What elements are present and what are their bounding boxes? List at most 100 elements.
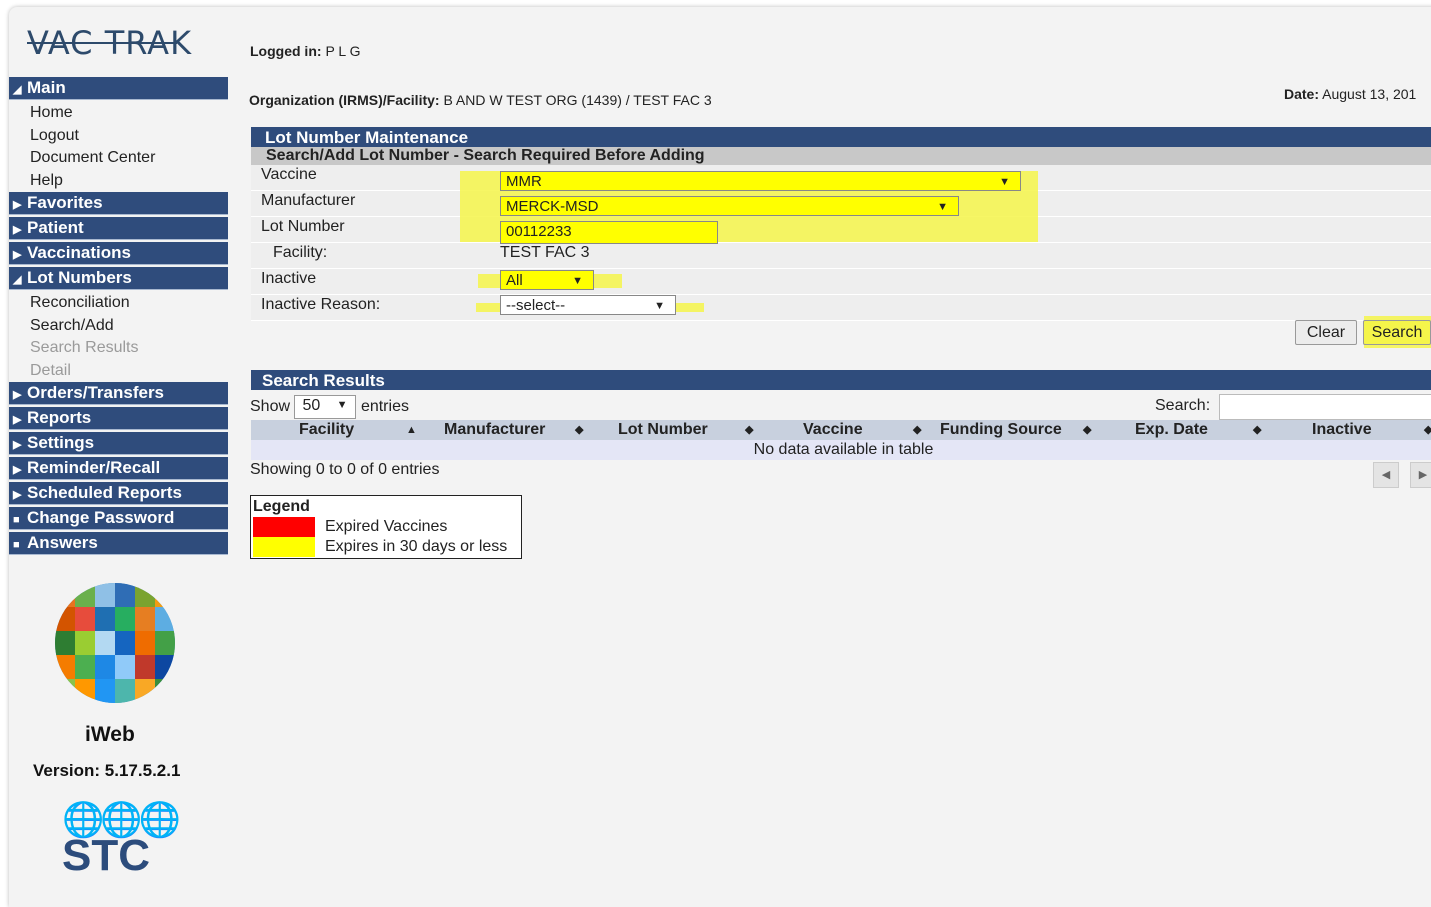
column-header-facility[interactable]: Facility: [299, 420, 354, 440]
nav-vaccinations[interactable]: ▶ Vaccinations: [9, 242, 228, 265]
sort-icon: ◆: [575, 424, 584, 436]
nav-item-search-add[interactable]: Search/Add: [9, 315, 228, 338]
nav-item-home[interactable]: Home: [9, 102, 228, 125]
vactrak-logo: VAC TRAK: [27, 24, 192, 62]
nav-patient[interactable]: ▶ Patient: [9, 217, 228, 240]
triangle-right-icon: ▶: [13, 249, 22, 261]
triangle-right-icon: ▶: [13, 224, 22, 236]
previous-page-icon[interactable]: ◀: [1373, 462, 1399, 488]
nav-lot-numbers[interactable]: ◢ Lot Numbers: [9, 267, 228, 290]
lot-maintenance-title: Lot Number Maintenance: [251, 127, 1431, 147]
nav-vaccinations-label: Vaccinations: [27, 243, 131, 262]
date-label: Date:: [1284, 86, 1320, 102]
next-page-icon[interactable]: ▶: [1410, 462, 1431, 488]
nav-item-document-center[interactable]: Document Center: [9, 147, 228, 170]
nav-favorites-label: Favorites: [27, 193, 103, 212]
triangle-down-icon: ◢: [13, 84, 22, 96]
inactive-reason-select-value: --select--: [506, 297, 566, 314]
nav-main-label: Main: [27, 78, 66, 97]
org-label: Organization (IRMS)/Facility:: [249, 92, 440, 108]
legend-title: Legend: [253, 498, 310, 515]
triangle-right-icon: ▶: [13, 464, 22, 476]
dropdown-arrow-icon: ▼: [937, 201, 948, 213]
column-header-exp-date[interactable]: Exp. Date: [1135, 420, 1208, 440]
column-header-inactive[interactable]: Inactive: [1312, 420, 1372, 440]
nav-settings[interactable]: ▶ Settings: [9, 432, 228, 455]
iweb-logo-ball: [55, 583, 175, 703]
lot-number-input[interactable]: 00112233: [500, 221, 718, 244]
logged-in-label: Logged in:: [250, 43, 322, 59]
stc-logo: 🌐🌐🌐 STC: [62, 800, 182, 880]
logged-in-info: Logged in: P L G: [250, 43, 360, 59]
column-header-lot-number[interactable]: Lot Number: [618, 420, 708, 440]
search-button[interactable]: Search: [1363, 320, 1431, 345]
facility-row: Facility: TEST FAC 3: [251, 243, 1431, 269]
nav-answers-label: Answers: [27, 533, 98, 552]
nav-item-detail: Detail: [30, 361, 71, 379]
triangle-right-icon: ▶: [13, 389, 22, 401]
page-size-value: 50: [302, 397, 321, 414]
nav-favorites[interactable]: ▶ Favorites: [9, 192, 228, 215]
facility-value: TEST FAC 3: [500, 244, 590, 261]
sort-icon: ◆: [745, 424, 754, 436]
table-search-input[interactable]: [1219, 394, 1431, 420]
manufacturer-select[interactable]: MERCK-MSD ▼: [500, 196, 959, 216]
inactive-select[interactable]: All ▼: [500, 270, 594, 290]
triangle-down-icon: ◢: [13, 274, 22, 286]
nav-reports-label: Reports: [27, 408, 92, 427]
nav-answers[interactable]: ■ Answers: [9, 532, 228, 555]
legend-label-expiring: Expires in 30 days or less: [325, 538, 508, 555]
nav-reports[interactable]: ▶ Reports: [9, 407, 228, 430]
sort-icon: ◆: [1253, 424, 1262, 436]
nav-item-logout[interactable]: Logout: [9, 125, 228, 148]
sidebar-nav: ◢ Main Home Logout Document Center Help ▶…: [9, 77, 228, 557]
dropdown-arrow-icon: ▼: [654, 300, 665, 312]
nav-reminder-recall[interactable]: ▶ Reminder/Recall: [9, 457, 228, 480]
inactive-reason-label: Inactive Reason:: [261, 296, 381, 313]
nav-change-password-label: Change Password: [27, 508, 175, 527]
vaccine-select[interactable]: MMR ▼: [500, 171, 1021, 191]
triangle-right-icon: ▶: [13, 414, 22, 426]
inactive-reason-select[interactable]: --select-- ▼: [500, 295, 676, 315]
lot-number-value: 00112233: [506, 223, 572, 240]
nav-lot-numbers-label: Lot Numbers: [27, 268, 132, 287]
vaccine-select-value: MMR: [506, 173, 542, 190]
nav-orders-transfers[interactable]: ▶ Orders/Transfers: [9, 382, 228, 405]
column-header-vaccine[interactable]: Vaccine: [803, 420, 863, 440]
iweb-title: iWeb: [85, 723, 135, 746]
inactive-reason-row: Inactive Reason:: [251, 295, 1431, 321]
page-size-select[interactable]: 50 ▼: [294, 395, 357, 419]
nav-scheduled-reports-label: Scheduled Reports: [27, 483, 182, 502]
no-data-row: No data available in table: [251, 440, 1431, 460]
square-icon: ■: [13, 539, 20, 551]
manufacturer-label: Manufacturer: [261, 192, 356, 209]
nav-change-password[interactable]: ■ Change Password: [9, 507, 228, 530]
sort-ascending-icon: ▲: [406, 424, 417, 436]
search-add-subtitle: Search/Add Lot Number - Search Required …: [251, 147, 1431, 165]
column-header-funding-source[interactable]: Funding Source: [940, 420, 1062, 440]
sort-icon: ◆: [1424, 424, 1431, 436]
nav-orders-transfers-label: Orders/Transfers: [27, 383, 165, 402]
nav-scheduled-reports[interactable]: ▶ Scheduled Reports: [9, 482, 228, 505]
organization-info: Organization (IRMS)/Facility: B AND W TE…: [249, 92, 712, 108]
nav-patient-label: Patient: [27, 218, 84, 237]
dropdown-arrow-icon: ▼: [572, 275, 583, 287]
nav-reminder-recall-label: Reminder/Recall: [27, 458, 161, 477]
version-text: Version: 5.17.5.2.1: [33, 761, 181, 780]
legend-box: Legend Expired Vaccines Expires in 30 da…: [250, 495, 522, 559]
show-entries-control: Show 50 ▼ entries: [250, 395, 409, 419]
triangle-right-icon: ▶: [13, 439, 22, 451]
nav-item-reconciliation[interactable]: Reconciliation: [9, 292, 228, 315]
results-info: Showing 0 to 0 of 0 entries: [250, 461, 440, 478]
stc-logo-text: STC: [62, 831, 150, 880]
manufacturer-select-value: MERCK-MSD: [506, 198, 599, 215]
column-header-manufacturer[interactable]: Manufacturer: [444, 420, 545, 440]
nav-main[interactable]: ◢ Main: [9, 77, 228, 100]
results-table-header: Facility ▲ Manufacturer ◆ Lot Number ◆ V…: [251, 420, 1431, 440]
date-info: Date: August 13, 201: [1284, 86, 1416, 102]
dropdown-arrow-icon: ▼: [999, 176, 1010, 188]
date-value: August 13, 201: [1322, 86, 1417, 102]
nav-item-help[interactable]: Help: [9, 170, 228, 193]
clear-button[interactable]: Clear: [1295, 320, 1357, 345]
lot-number-label: Lot Number: [261, 218, 345, 235]
